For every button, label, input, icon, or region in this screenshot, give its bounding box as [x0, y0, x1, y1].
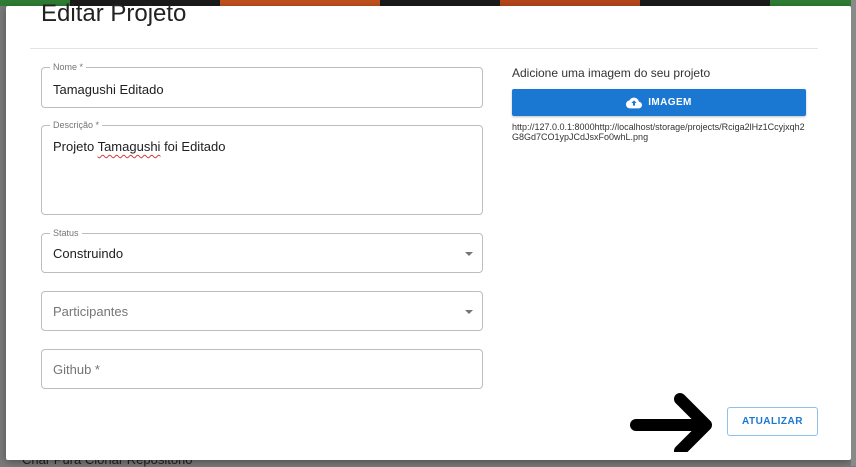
descricao-label: Descrição *: [50, 119, 103, 131]
nome-field[interactable]: Nome * Tamagushi Editado: [41, 61, 483, 108]
nome-label: Nome *: [50, 61, 87, 73]
page-scrollbar[interactable]: [851, 0, 856, 466]
image-upload-label: Adicione uma imagem do seu projeto: [512, 66, 711, 80]
participantes-select[interactable]: Participantes: [41, 291, 483, 331]
atualizar-button[interactable]: ATUALIZAR: [727, 407, 818, 436]
participantes-placeholder: Participantes: [53, 304, 129, 319]
nome-value: Tamagushi Editado: [53, 82, 164, 97]
caret-down-icon: [465, 310, 473, 314]
cloud-upload-icon: [626, 97, 643, 108]
descricao-text-prefix: Projeto: [53, 139, 98, 154]
image-upload-button-label: IMAGEM: [648, 97, 692, 108]
descricao-value: Projeto Tamagushi foi Editado: [53, 139, 226, 154]
edit-project-dialog: Editar Projeto Nome * Tamagushi Editado …: [6, 0, 851, 460]
image-upload-button[interactable]: IMAGEM: [512, 89, 806, 116]
dialog-title: Editar Projeto: [41, 0, 187, 27]
github-field[interactable]: Github *: [41, 349, 483, 389]
right-arrow-icon: [630, 393, 712, 452]
image-url-text: http://127.0.0.1:8000http://localhost/st…: [512, 122, 805, 142]
title-divider: [30, 48, 818, 49]
descricao-text-suffix: foi Editado: [160, 139, 226, 154]
status-select[interactable]: Status Construindo: [41, 227, 483, 273]
status-value: Construindo: [53, 246, 124, 261]
spellcheck-flagged-word: Tamagushi: [97, 139, 161, 154]
descricao-textarea[interactable]: Descrição * Projeto Tamagushi foi Editad…: [41, 119, 483, 215]
caret-down-icon: [465, 252, 473, 256]
github-placeholder: Github *: [53, 362, 100, 377]
status-label: Status: [50, 227, 82, 239]
